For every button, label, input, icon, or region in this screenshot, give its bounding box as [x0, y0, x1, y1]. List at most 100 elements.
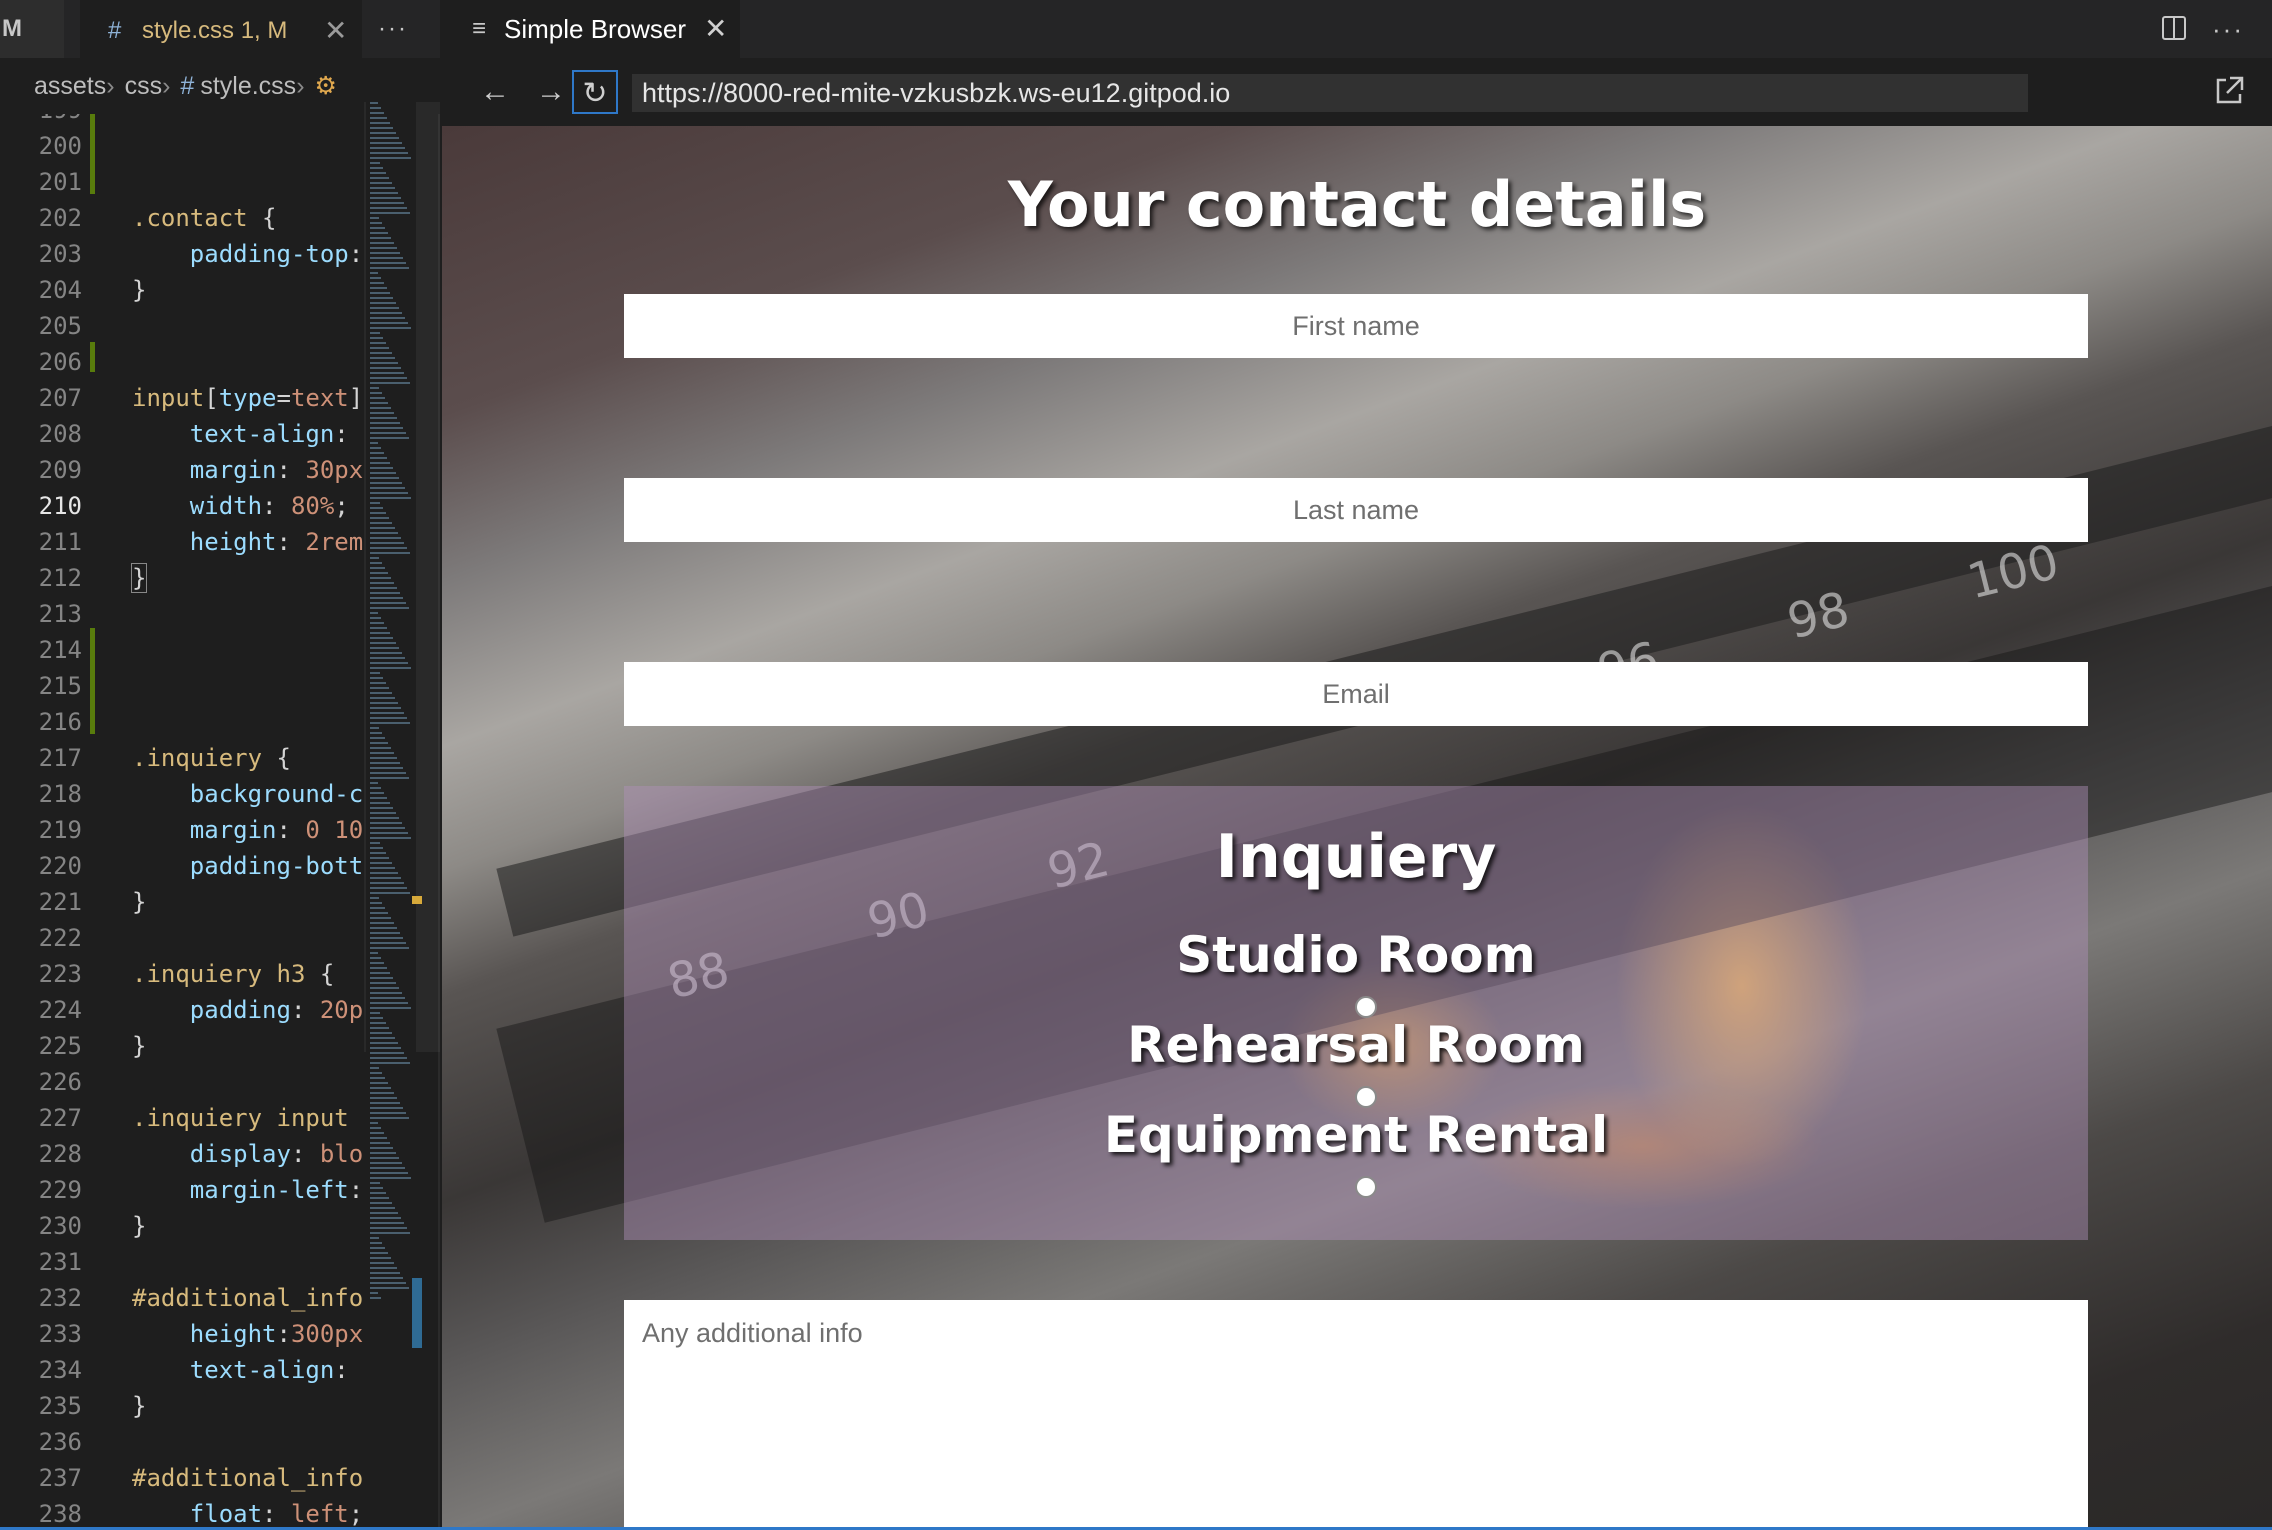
- code-line[interactable]: 202 .contact {: [0, 200, 364, 236]
- code-line[interactable]: 226: [0, 1064, 364, 1100]
- browser-nav-bar: ← → ↻ https://8000-red-mite-vzkusbzk.ws-…: [442, 58, 2272, 126]
- inquiry-section: Inquiery Studio Room Rehearsal Room Equi…: [624, 786, 2088, 1240]
- code-line[interactable]: 200: [0, 128, 364, 164]
- code-line[interactable]: 214: [0, 632, 364, 668]
- code-line[interactable]: 220 padding-bott: [0, 848, 364, 884]
- code-line[interactable]: 204}: [0, 272, 364, 308]
- minimap-line: [370, 1152, 396, 1154]
- code-line[interactable]: 221}: [0, 884, 364, 920]
- tab-style-css[interactable]: # style.css 1, M ✕: [80, 0, 362, 58]
- minimap-line: [370, 1252, 388, 1254]
- minimap-line: [370, 227, 385, 229]
- minimap-line: [370, 742, 388, 744]
- more-icon[interactable]: ···: [2212, 0, 2244, 58]
- close-icon[interactable]: ✕: [324, 2, 347, 60]
- option-studio-room-radio[interactable]: [1355, 996, 1377, 1018]
- breadcrumb-file[interactable]: style.css: [200, 72, 296, 100]
- code-line[interactable]: 217 .inquiery {: [0, 740, 364, 776]
- last-name-input[interactable]: [624, 478, 2088, 542]
- code-line[interactable]: 232 #additional_info: [0, 1280, 364, 1316]
- open-external-icon[interactable]: [2212, 74, 2246, 108]
- code-editor[interactable]: 199200201202.contact {203 padding-top:20…: [0, 114, 364, 1530]
- code-line[interactable]: 224 padding: 20p: [0, 992, 364, 1028]
- minimap-line: [370, 497, 411, 499]
- code-line[interactable]: 229 margin-left:: [0, 1172, 364, 1208]
- chevron-right-icon: ›: [296, 72, 305, 100]
- minimap-line: [370, 862, 392, 864]
- code-line[interactable]: 215: [0, 668, 364, 704]
- code-line[interactable]: 233 height:300px: [0, 1316, 364, 1352]
- option-equipment-rental-radio[interactable]: [1355, 1176, 1377, 1198]
- code-line[interactable]: 206: [0, 344, 364, 380]
- code-line[interactable]: 213: [0, 596, 364, 632]
- code-line[interactable]: 235}: [0, 1388, 364, 1424]
- minimap-line: [370, 557, 379, 559]
- minimap-line: [370, 972, 390, 974]
- code-line[interactable]: 218 background-c: [0, 776, 364, 812]
- code-line[interactable]: 238 float: left;: [0, 1496, 364, 1530]
- code-line[interactable]: 207 input[type=text]: [0, 380, 364, 416]
- breadcrumb-assets[interactable]: assets: [34, 72, 106, 100]
- code-line[interactable]: 205: [0, 308, 364, 344]
- code-line[interactable]: 230}: [0, 1208, 364, 1244]
- code-line[interactable]: 231: [0, 1244, 364, 1280]
- code-line[interactable]: 201: [0, 164, 364, 200]
- close-icon[interactable]: ✕: [704, 0, 727, 58]
- code-line[interactable]: 199: [0, 114, 364, 128]
- split-editor-icon[interactable]: [2160, 14, 2188, 42]
- code-line[interactable]: 211 height: 2rem: [0, 524, 364, 560]
- minimap-line: [370, 492, 408, 494]
- tab-simple-browser[interactable]: ≡ Simple Browser ✕: [442, 0, 740, 58]
- minimap-line: [370, 832, 408, 834]
- reload-icon[interactable]: ↻: [572, 70, 618, 114]
- additional-info-textarea[interactable]: [624, 1300, 2088, 1530]
- minimap-line: [370, 422, 400, 424]
- code-line[interactable]: 216: [0, 704, 364, 740]
- code-line[interactable]: 208 text-align:: [0, 416, 364, 452]
- first-name-input[interactable]: [624, 294, 2088, 358]
- code-line[interactable]: 234 text-align:: [0, 1352, 364, 1388]
- minimap-line: [370, 522, 392, 524]
- minimap-line: [370, 702, 398, 704]
- breadcrumb-css[interactable]: css: [125, 72, 163, 100]
- minimap-line: [370, 127, 393, 129]
- code-text: text-align:: [189, 1356, 349, 1384]
- minimap-line: [370, 922, 394, 924]
- web-page: 100 98 96 92 90 88 Your contact details …: [442, 126, 2272, 1530]
- line-number: 215: [38, 672, 82, 700]
- url-bar[interactable]: https://8000-red-mite-vzkusbzk.ws-eu12.g…: [632, 74, 2028, 112]
- more-icon[interactable]: ···: [378, 0, 408, 58]
- minimap-line: [370, 982, 396, 984]
- code-line[interactable]: 236: [0, 1424, 364, 1460]
- forward-arrow-icon[interactable]: →: [528, 70, 574, 114]
- back-arrow-icon[interactable]: ←: [472, 70, 518, 114]
- minimap-line: [370, 907, 385, 909]
- option-rehearsal-room-radio[interactable]: [1355, 1086, 1377, 1108]
- code-line[interactable]: 223 .inquiery h3 {: [0, 956, 364, 992]
- code-line[interactable]: 237 #additional_info: [0, 1460, 364, 1496]
- code-line[interactable]: 227 .inquiery input: [0, 1100, 364, 1136]
- tab-previous[interactable]: M: [0, 0, 64, 58]
- code-line[interactable]: 209 margin: 30px: [0, 452, 364, 488]
- minimap-line: [370, 277, 381, 279]
- minimap-line: [370, 872, 398, 874]
- minimap-line: [370, 597, 403, 599]
- minimap-line: [370, 692, 392, 694]
- symbol-icon[interactable]: ⚙: [315, 72, 337, 100]
- minimap[interactable]: [366, 102, 416, 1530]
- minimap-line: [370, 442, 378, 444]
- code-line[interactable]: 203 padding-top:: [0, 236, 364, 272]
- code-text: }: [132, 1212, 147, 1240]
- code-line[interactable]: 210 width: 80%;: [0, 488, 364, 524]
- minimap-line: [370, 262, 406, 264]
- code-line[interactable]: 228 display: blo: [0, 1136, 364, 1172]
- code-line[interactable]: 219 margin: 0 10: [0, 812, 364, 848]
- line-number: 220: [38, 852, 82, 880]
- minimap-line: [370, 532, 398, 534]
- code-line[interactable]: 212}: [0, 560, 364, 596]
- email-input[interactable]: [624, 662, 2088, 726]
- code-line[interactable]: 222: [0, 920, 364, 956]
- minimap-line: [370, 377, 407, 379]
- code-line[interactable]: 225}: [0, 1028, 364, 1064]
- minimap-line: [370, 737, 385, 739]
